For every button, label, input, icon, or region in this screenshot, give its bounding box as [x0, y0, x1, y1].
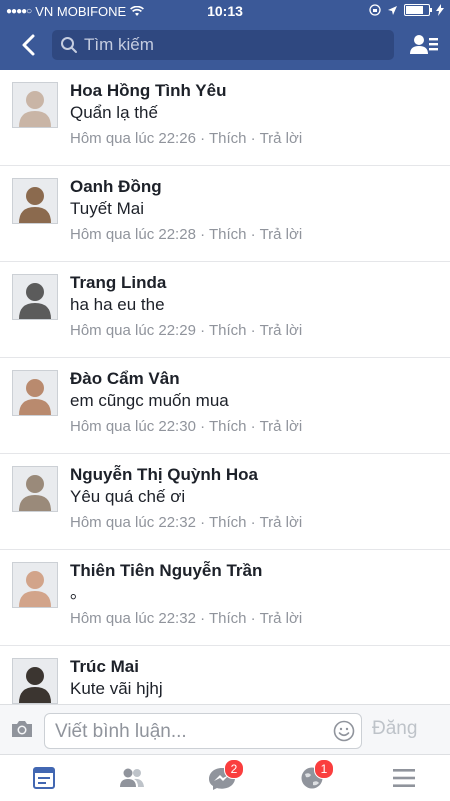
comment-meta: Hôm qua lúc 22:28 · Thích · Trả lời: [70, 226, 303, 243]
comment-input-wrapper[interactable]: [44, 713, 362, 749]
status-bar: ●●●●○ VN MOBIFONE 10:13: [0, 0, 450, 22]
comment-input[interactable]: [53, 719, 317, 745]
comment-timestamp: Hôm qua lúc 22:30: [70, 418, 196, 435]
like-link[interactable]: Thích: [209, 130, 247, 147]
avatar[interactable]: [12, 658, 58, 704]
comment-item: Hoa Hồng Tình Yêu Quẩn lạ thế Hôm qua lúc …: [0, 70, 450, 166]
tab-messenger[interactable]: 2: [202, 759, 244, 793]
comment-timestamp: Hôm qua lúc 22:26: [70, 130, 196, 147]
news-feed-icon: [33, 767, 55, 789]
location-icon: [388, 5, 397, 15]
comment-item: Thiên Tiên Nguyễn Trần。 Hôm qua lúc 22:32…: [0, 550, 450, 646]
comment-timestamp: Hôm qua lúc 22:28: [70, 226, 196, 243]
charging-icon: [436, 4, 444, 16]
avatar[interactable]: [12, 178, 58, 224]
comment-timestamp: Hôm qua lúc 22:29: [70, 322, 196, 339]
comment-composer: Đăng: [0, 704, 450, 755]
comment-meta: Hôm qua lúc 22:26 · Thích · Trả lời: [70, 130, 303, 147]
comment-text: em cũngc muốn mua: [70, 391, 229, 410]
comment-author[interactable]: Đào Cẩm Vân: [70, 368, 430, 390]
avatar[interactable]: [12, 82, 58, 128]
like-link[interactable]: Thích: [209, 322, 247, 339]
comment-author[interactable]: Trang Linda: [70, 272, 430, 294]
comment-item: Oanh Đồng Tuyết Mai Hôm qua lúc 22:28 · Th…: [0, 166, 450, 262]
reply-link[interactable]: Trả lời: [260, 610, 303, 627]
comment-meta: Hôm qua lúc 22:30 · Thích · Trả lời: [70, 418, 303, 435]
search-icon: [61, 37, 77, 53]
like-link[interactable]: Thích: [209, 418, 247, 435]
messenger-badge: 2: [224, 759, 244, 779]
comment-item: Trúc Mai Kute vãi hjhj: [0, 646, 450, 704]
comment-author[interactable]: Nguyễn Thị Quỳnh Hoa: [70, 464, 430, 486]
avatar[interactable]: [12, 562, 58, 608]
chevron-left-icon[interactable]: [14, 30, 44, 60]
comment-meta: Hôm qua lúc 22:32 · Thích · Trả lời: [70, 610, 303, 627]
avatar[interactable]: [12, 370, 58, 416]
rotation-lock-icon: [369, 4, 381, 16]
comment-text: Kute vãi hjhj: [70, 679, 163, 698]
like-link[interactable]: Thích: [209, 610, 247, 627]
top-navbar: [0, 22, 450, 70]
comment-text: ha ha eu the: [70, 295, 165, 314]
comment-item: Trang Linda ha ha eu the Hôm qua lúc 22:29…: [0, 262, 450, 358]
post-button[interactable]: Đăng: [372, 718, 417, 740]
comment-item: Đào Cẩm Vân em cũngc muốn mua Hôm qua lúc …: [0, 358, 450, 454]
comment-text: Tuyết Mai: [70, 199, 145, 218]
comment-author[interactable]: Oanh Đồng: [70, 176, 430, 198]
bottom-tab-bar: 2 1: [0, 754, 450, 801]
comment-timestamp: Hôm qua lúc 22:32: [70, 514, 196, 531]
comment-text: Quẩn lạ thế: [70, 103, 158, 122]
comment-text: Yêu quá chế ơi: [70, 487, 186, 506]
friend-list-icon[interactable]: [410, 32, 438, 58]
comment-list: Hoa Hồng Tình Yêu Quẩn lạ thế Hôm qua lúc …: [0, 70, 450, 704]
tab-notifications[interactable]: 1: [292, 759, 334, 793]
tab-menu[interactable]: [384, 763, 424, 793]
comment-timestamp: Hôm qua lúc 22:32: [70, 610, 196, 627]
avatar[interactable]: [12, 466, 58, 512]
tab-friends[interactable]: [112, 763, 152, 793]
camera-icon[interactable]: [10, 719, 34, 739]
notifications-badge: 1: [314, 759, 334, 779]
search-box[interactable]: [52, 30, 394, 60]
reply-link[interactable]: Trả lời: [260, 130, 303, 147]
smiley-icon[interactable]: [333, 720, 355, 742]
avatar[interactable]: [12, 274, 58, 320]
comment-author[interactable]: Thiên Tiên Nguyễn Trần: [70, 560, 430, 582]
comment-meta: Hôm qua lúc 22:32 · Thích · Trả lời: [70, 514, 303, 531]
like-link[interactable]: Thích: [209, 226, 247, 243]
search-input[interactable]: [82, 34, 386, 56]
reply-link[interactable]: Trả lời: [260, 418, 303, 435]
reply-link[interactable]: Trả lời: [260, 514, 303, 531]
reply-link[interactable]: Trả lời: [260, 322, 303, 339]
friends-icon: [120, 768, 144, 787]
reply-link[interactable]: Trả lời: [260, 226, 303, 243]
tab-news-feed[interactable]: [24, 763, 64, 793]
menu-icon: [393, 769, 415, 787]
like-link[interactable]: Thích: [209, 514, 247, 531]
comment-author[interactable]: Trúc Mai: [70, 656, 430, 678]
comment-author[interactable]: Hoa Hồng Tình Yêu: [70, 80, 430, 102]
comment-text: 。: [70, 583, 87, 602]
battery-icon: [404, 4, 432, 16]
comment-item: Nguyễn Thị Quỳnh Hoa Yêu quá chế ơi Hôm qu…: [0, 454, 450, 550]
comment-meta: Hôm qua lúc 22:29 · Thích · Trả lời: [70, 322, 303, 339]
